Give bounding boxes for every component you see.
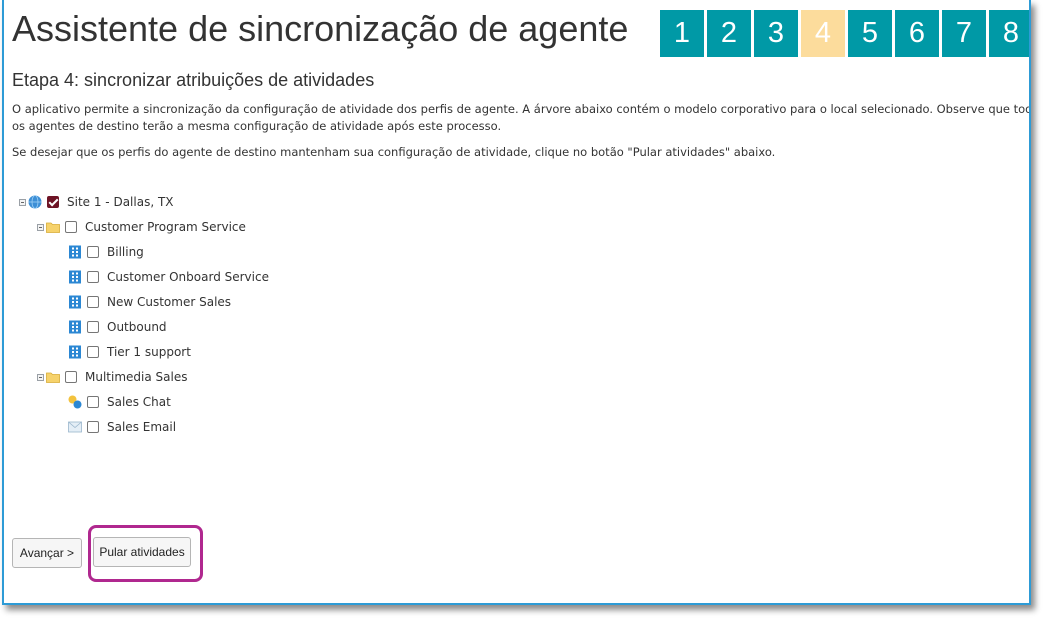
tree-node-activity: Sales Chat [68, 392, 171, 412]
tree-node-label: Sales Chat [107, 395, 171, 409]
step-description: O aplicativo permite a sincronização da … [12, 102, 1031, 133]
tree-node-activity: Outbound [68, 317, 167, 337]
tree-node-activity: Tier 1 support [68, 342, 191, 362]
step-subtitle: Etapa 4: sincronizar atribuições de ativ… [12, 70, 375, 90]
group-checkbox[interactable] [65, 371, 77, 383]
tree-node-activity: Billing [68, 242, 144, 262]
step-2[interactable]: 2 [707, 10, 751, 57]
activity-checkbox[interactable] [87, 246, 99, 258]
folder-icon [46, 222, 60, 233]
tree-node-label: Site 1 - Dallas, TX [67, 195, 174, 209]
building-icon [69, 295, 81, 309]
tree-node-label: Tier 1 support [107, 345, 191, 359]
step-8[interactable]: 8 [989, 10, 1029, 57]
tree-node-site: Site 1 - Dallas, TX [19, 192, 174, 212]
tree-node-activity: Customer Onboard Service [68, 267, 269, 287]
step-3[interactable]: 3 [754, 10, 798, 57]
skip-note: Se desejar que os perfis do agente de de… [12, 145, 776, 159]
step-indicator: 1 2 3 4 5 6 7 8 [660, 10, 1029, 57]
activity-tree: Site 1 - Dallas, TX Customer Program Ser… [4, 190, 404, 440]
chat-icon [68, 395, 82, 409]
tree-node-group: Customer Program Service [37, 217, 246, 237]
collapse-toggle[interactable] [37, 373, 44, 381]
tree-node-label: Customer Program Service [85, 220, 246, 234]
activity-checkbox[interactable] [87, 421, 99, 433]
building-icon [69, 245, 81, 259]
tree-node-group: Multimedia Sales [37, 367, 187, 387]
collapse-toggle[interactable] [37, 223, 44, 231]
page-title: Assistente de sincronização de agente [12, 8, 629, 49]
building-icon [69, 345, 81, 359]
building-icon [69, 320, 81, 334]
building-icon [69, 270, 81, 284]
activity-checkbox[interactable] [87, 271, 99, 283]
tree-node-label: New Customer Sales [107, 295, 232, 309]
collapse-toggle[interactable] [19, 198, 26, 206]
globe-icon [28, 195, 42, 209]
tree-node-label: Billing [107, 245, 144, 259]
step-5[interactable]: 5 [848, 10, 892, 57]
step-4[interactable]: 4 [801, 10, 845, 57]
site-checkbox[interactable] [47, 196, 59, 208]
activity-checkbox[interactable] [87, 296, 99, 308]
wizard-window: Assistente de sincronização de agente 1 … [2, 0, 1031, 605]
folder-icon [46, 372, 60, 383]
activity-checkbox[interactable] [87, 396, 99, 408]
email-icon [68, 421, 82, 433]
activity-checkbox[interactable] [87, 346, 99, 358]
step-6[interactable]: 6 [895, 10, 939, 57]
step-7[interactable]: 7 [942, 10, 986, 57]
callout-highlight [88, 525, 203, 582]
tree-node-label: Customer Onboard Service [107, 270, 269, 284]
tree-node-label: Multimedia Sales [85, 370, 188, 384]
step-1[interactable]: 1 [660, 10, 704, 57]
tree-node-activity: New Customer Sales [68, 292, 231, 312]
next-button[interactable]: Avançar > [12, 538, 82, 568]
activity-checkbox[interactable] [87, 321, 99, 333]
tree-node-label: Outbound [107, 320, 167, 334]
tree-node-label: Sales Email [107, 420, 177, 434]
group-checkbox[interactable] [65, 221, 77, 233]
tree-node-activity: Sales Email [68, 417, 176, 437]
